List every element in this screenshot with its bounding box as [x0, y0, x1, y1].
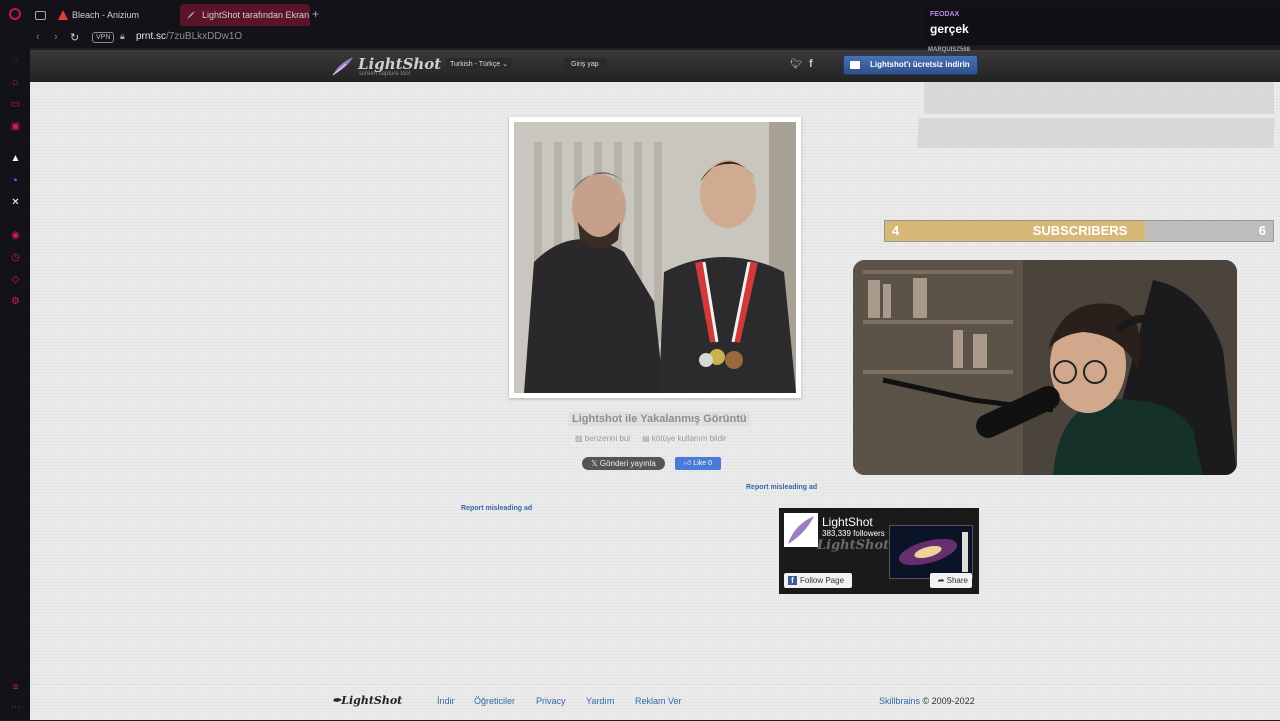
download-label: Lightshot'ı ücretsiz indirin: [870, 60, 970, 69]
tabs-menu-icon[interactable]: [35, 11, 46, 20]
subscriber-goal-label: SUBSCRIBERS: [1032, 223, 1128, 238]
fb-cover-image: [889, 525, 973, 579]
screenshot-title: Lightshot ile Yakalanmış Görüntü: [569, 412, 750, 426]
site-header: LightShot screen capture tool Turkish - …: [30, 50, 1280, 82]
lightshot-feather-icon: [187, 11, 195, 19]
overlay-ghost-panel: [924, 82, 1274, 114]
history-icon[interactable]: ◷: [10, 252, 21, 263]
fb-page-name[interactable]: LightShot: [822, 515, 873, 529]
screenshot-frame: [509, 117, 801, 398]
url-path: /7zuBLkxDDw1O: [166, 31, 243, 42]
lock-icon[interactable]: 🔒︎: [120, 31, 125, 42]
reload-icon[interactable]: ↻: [70, 31, 79, 44]
extensions-icon[interactable]: ⌂: [10, 77, 21, 88]
report-ad-link[interactable]: Report misleading ad: [461, 505, 532, 512]
footer-link-tutorials[interactable]: Öğreticiler: [474, 696, 515, 706]
chevron-down-icon: ⌄: [502, 61, 509, 68]
back-icon[interactable]: ‹: [36, 31, 40, 43]
subscriber-goal-bar: SUBSCRIBERS 4 6: [884, 220, 1274, 242]
webcam-feed: [853, 260, 1237, 475]
fb-share-button[interactable]: ➦ Share: [930, 573, 972, 588]
feather-icon: [332, 57, 353, 76]
feather-icon: [788, 516, 814, 544]
fb-share-label: Share: [946, 576, 968, 585]
tweet-button[interactable]: 𝕏 Gönderi yayınla: [582, 457, 665, 470]
share-icon: ➦: [937, 576, 945, 585]
language-label: Turkish - Türkçe: [450, 61, 501, 68]
facebook-icon[interactable]: f: [809, 58, 813, 70]
messenger-icon[interactable]: ▭: [10, 99, 21, 110]
footer-link-privacy[interactable]: Privacy: [536, 696, 566, 706]
tab-label: Bleach - Anizium: [72, 10, 140, 20]
facebook-logo-icon: f: [788, 576, 797, 585]
more-icon[interactable]: ⋯: [10, 702, 21, 713]
trash-icon: ▤: [642, 434, 650, 443]
streamer-webcam: [853, 260, 1237, 475]
language-select[interactable]: Turkish - Türkçe ⌄: [446, 58, 513, 72]
site-footer: ✒︎LightShot İndir Öğreticiler Privacy Ya…: [30, 684, 1280, 721]
x-icon[interactable]: ✕: [10, 197, 21, 208]
tab-bleach[interactable]: Bleach - Anizium: [52, 4, 176, 26]
screenshot-image[interactable]: [514, 122, 796, 393]
subscriber-goal: 6: [1258, 223, 1266, 238]
player-icon[interactable]: ◉: [10, 230, 21, 241]
copyright-text: © 2009-2022: [922, 696, 975, 706]
logo-tagline: screen capture tool: [359, 71, 411, 77]
footer-logo-text: LightShot: [341, 694, 403, 707]
fb-watermark: LightShot: [817, 538, 890, 553]
find-similar-link[interactable]: ▨ benzerini bul: [575, 434, 630, 443]
report-abuse-link[interactable]: ▤ kötüye kullanım bildir: [642, 434, 727, 443]
fb-follow-button[interactable]: f Follow Page: [784, 573, 852, 588]
twitch-icon[interactable]: ▪: [10, 175, 21, 186]
thumbs-up-icon: 👍︎: [684, 460, 692, 467]
settings-icon[interactable]: ⚙︎: [10, 296, 21, 307]
workspace-icon[interactable]: ▣: [10, 121, 21, 132]
report-ad-link[interactable]: Report misleading ad: [746, 484, 817, 491]
url-field[interactable]: prnt.sc/7zuBLkxDDw1O: [136, 31, 242, 42]
anizium-sidebar-icon[interactable]: ▲: [10, 153, 21, 164]
subscriber-count: 4: [892, 223, 900, 238]
fb-follow-label: Follow Page: [800, 576, 845, 585]
tab-lightshot[interactable]: LightShot tarafından Ekran: [180, 4, 310, 26]
forward-icon[interactable]: ›: [54, 31, 58, 43]
aria-icon[interactable]: ◌: [10, 55, 21, 66]
report-abuse-label: kötüye kullanım bildir: [651, 434, 727, 443]
like-label: Like 0: [693, 460, 712, 467]
footer-link-download[interactable]: İndir: [437, 696, 455, 706]
url-host: prnt.sc: [136, 31, 167, 42]
x-logo-icon: 𝕏: [591, 459, 598, 468]
browser-sidebar: ◌ ⌂ ▭ ▣ ▲ ▪ ✕ ◉ ◷ ◇ ⚙︎ ≡ ⋯: [0, 48, 30, 720]
copyright: Skillbrains © 2009-2022: [879, 696, 975, 706]
twitter-icon[interactable]: 🐦︎: [790, 59, 803, 70]
address-bar: ‹ › ↻ VPN 🔒︎ prnt.sc/7zuBLkxDDw1O: [0, 28, 930, 48]
opera-logo-icon[interactable]: [9, 8, 21, 20]
new-tab-button[interactable]: +: [312, 8, 319, 20]
tab-label: LightShot tarafından Ekran: [202, 10, 310, 20]
find-similar-label: benzerini bul: [584, 434, 631, 443]
anizium-icon: [58, 10, 68, 20]
chat-username: FEODAX: [930, 11, 960, 18]
company-link[interactable]: Skillbrains: [879, 696, 920, 706]
stream-chat-overlay: FEODAX gerçek: [924, 5, 1280, 45]
footer-logo[interactable]: ✒︎LightShot: [332, 694, 402, 707]
chat-message: gerçek: [930, 22, 969, 36]
galaxy-image: [898, 532, 968, 572]
fb-page-avatar[interactable]: [784, 513, 818, 547]
footer-link-advertise[interactable]: Reklam Ver: [635, 696, 682, 706]
overlay-ghost-panel: [917, 118, 1275, 148]
login-button[interactable]: Giriş yap: [564, 58, 606, 72]
vpn-badge[interactable]: VPN: [92, 32, 115, 43]
pinboard-icon[interactable]: ◇: [10, 274, 21, 285]
tweet-label: Gönderi yayınla: [599, 459, 656, 468]
fb-followers: 383,339 followers: [822, 529, 885, 538]
footer-link-help[interactable]: Yardım: [586, 696, 614, 706]
image-icon: ▨: [575, 434, 583, 443]
download-button[interactable]: Lightshot'ı ücretsiz indirin: [843, 55, 978, 75]
chat-username-2: MARQUISZ568: [928, 47, 971, 53]
gx-icon[interactable]: ≡: [10, 682, 21, 693]
like-button[interactable]: 👍︎ Like 0: [675, 457, 721, 470]
download-icon: [850, 61, 860, 69]
screenshot-photo: [514, 122, 796, 393]
facebook-page-widget[interactable]: LightShot 383,339 followers LightShot fF…: [779, 508, 979, 594]
